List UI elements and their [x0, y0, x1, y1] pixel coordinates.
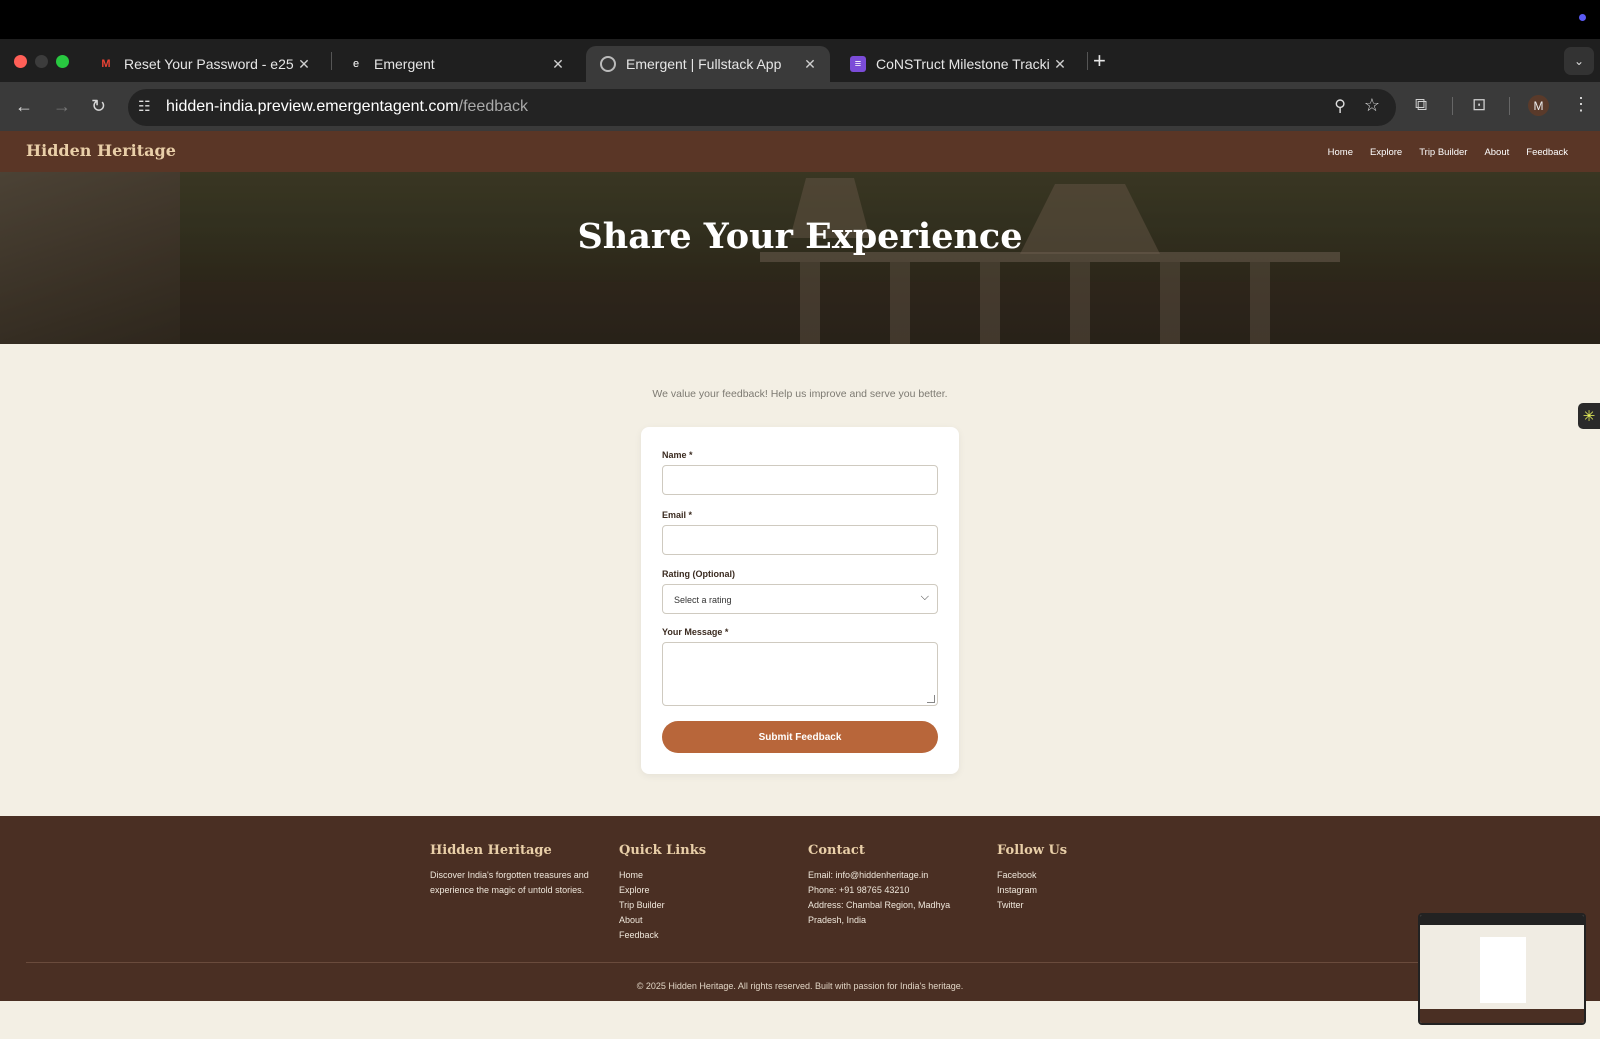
footer-link-twitter[interactable]: Twitter [997, 898, 1067, 913]
footer-heading: Follow Us [997, 843, 1068, 858]
emergent-icon: e [352, 58, 360, 70]
footer-heading: Contact [808, 843, 865, 858]
close-tab-icon[interactable]: ✕ [800, 56, 820, 73]
message-textarea[interactable] [662, 642, 938, 706]
footer-follow: Follow Us Facebook Instagram Twitter [997, 843, 1067, 913]
globe-icon [600, 56, 616, 72]
tab-title: Emergent | Fullstack App [626, 56, 782, 72]
footer-contact: Contact Email: info@hiddenheritage.in Ph… [808, 843, 950, 928]
sheets-icon: ≡ [850, 56, 866, 72]
site-brand[interactable]: Hidden Heritage [26, 141, 176, 160]
footer-about-text: experience the magic of untold stories. [430, 885, 585, 895]
site-settings-icon[interactable]: ☷ [138, 98, 151, 115]
rating-select[interactable]: Select a rating ⌵ [662, 584, 938, 614]
name-input[interactable] [662, 465, 938, 495]
nav-link-about[interactable]: About [1484, 147, 1509, 158]
page-subtitle: We value your feedback! Help us improve … [652, 388, 948, 400]
copyright-text: © 2025 Hidden Heritage. All rights reser… [636, 981, 964, 991]
footer-heading: Quick Links [619, 843, 707, 858]
tab-title: Reset Your Password - e25b0 [124, 56, 294, 72]
resize-handle-icon[interactable] [927, 695, 935, 703]
indicator-dot [1579, 14, 1586, 21]
toolbar-divider [1452, 97, 1453, 115]
name-label: Name * [662, 450, 693, 460]
tab-divider [331, 52, 332, 70]
browser-menu-icon[interactable]: ⋮ [1572, 94, 1590, 115]
footer-link-instagram[interactable]: Instagram [997, 883, 1067, 898]
footer-link-feedback[interactable]: Feedback [619, 928, 706, 943]
nav-link-explore[interactable]: Explore [1370, 147, 1402, 158]
footer-quick-links: Quick Links Home Explore Trip Builder Ab… [619, 843, 706, 943]
footer-link-about[interactable]: About [619, 913, 706, 928]
footer-about-text: Discover India's forgotten treasures and [430, 870, 589, 880]
nav-link-trip-builder[interactable]: Trip Builder [1419, 147, 1467, 158]
footer-link-facebook[interactable]: Facebook [997, 868, 1067, 883]
footer-contact-phone: Phone: +91 98765 43210 [808, 885, 910, 895]
footer-divider [26, 962, 1574, 963]
hero-overlay [0, 172, 1600, 344]
url-text[interactable]: hidden-india.preview.emergentagent.com/f… [166, 98, 528, 116]
site-footer [0, 816, 1600, 1001]
reload-icon[interactable]: ↻ [91, 96, 106, 117]
address-bar[interactable]: ☷ hidden-india.preview.emergentagent.com… [128, 89, 1396, 126]
tab-divider [1087, 52, 1088, 70]
nav-link-home[interactable]: Home [1328, 147, 1353, 158]
page-title: Share Your Experience [577, 216, 1023, 257]
new-tab-button[interactable]: + [1093, 48, 1106, 74]
thumbnail-footer [1420, 1009, 1584, 1023]
gmail-icon: M [101, 58, 111, 70]
chevron-down-icon: ⌵ [920, 591, 929, 603]
thumbnail-toolbar [1420, 915, 1584, 925]
rating-label: Rating (Optional) [662, 569, 735, 579]
footer-contact-email: Email: info@hiddenheritage.in [808, 870, 929, 880]
footer-link-home[interactable]: Home [619, 868, 706, 883]
close-tab-icon[interactable]: ✕ [1050, 56, 1070, 73]
submit-feedback-button[interactable]: Submit Feedback [662, 721, 938, 753]
hero-banner [0, 172, 1600, 344]
minimize-window-button[interactable] [35, 55, 48, 68]
tab-title: Emergent [374, 56, 435, 72]
close-window-button[interactable] [14, 55, 27, 68]
screen-preview-thumbnail[interactable] [1418, 913, 1586, 1025]
email-label: Email * [662, 510, 693, 520]
toolbar-divider [1509, 97, 1510, 115]
tab-gmail[interactable]: M Reset Your Password - e25b0 ✕ [84, 46, 324, 82]
maximize-window-button[interactable] [56, 55, 69, 68]
tab-fullstack-app[interactable]: Emergent | Fullstack App ✕ [586, 46, 830, 82]
os-menu-bar [0, 0, 1600, 39]
tab-title: CoNSTruct Milestone Tracking [876, 56, 1050, 72]
close-tab-icon[interactable]: ✕ [294, 56, 314, 73]
forward-arrow-icon[interactable]: → [53, 96, 71, 117]
thumbnail-card [1480, 937, 1526, 1003]
email-input[interactable] [662, 525, 938, 555]
footer-contact-address: Address: Chambal Region, Madhya [808, 900, 951, 910]
site-nav-links: Home Explore Trip Builder About Feedback [1328, 147, 1568, 158]
extensions-icon[interactable]: ⧉ [1415, 95, 1427, 115]
message-label: Your Message * [662, 627, 729, 637]
footer-link-trip-builder[interactable]: Trip Builder [619, 898, 706, 913]
back-arrow-icon[interactable]: ← [15, 96, 33, 117]
tab-construct[interactable]: ≡ CoNSTruct Milestone Tracking ✕ [836, 46, 1080, 82]
profile-avatar[interactable]: M [1528, 95, 1549, 116]
bookmark-star-icon[interactable]: ☆ [1364, 95, 1380, 116]
screenshot-icon[interactable]: ⊡ [1472, 95, 1486, 115]
tab-search-chevron-icon[interactable]: ⌄ [1564, 47, 1594, 75]
tab-emergent[interactable]: e Emergent ✕ [334, 46, 578, 82]
zoom-icon[interactable]: ⚲ [1334, 96, 1346, 116]
footer-about: Hidden Heritage Discover India's forgott… [430, 843, 589, 898]
nav-link-feedback[interactable]: Feedback [1526, 147, 1568, 158]
assistant-widget-icon[interactable]: ✳ [1578, 403, 1600, 429]
footer-link-explore[interactable]: Explore [619, 883, 706, 898]
footer-contact-address: Pradesh, India [808, 915, 867, 925]
close-tab-icon[interactable]: ✕ [548, 56, 568, 73]
footer-heading: Hidden Heritage [430, 843, 552, 858]
rating-select-value: Select a rating [674, 595, 732, 605]
